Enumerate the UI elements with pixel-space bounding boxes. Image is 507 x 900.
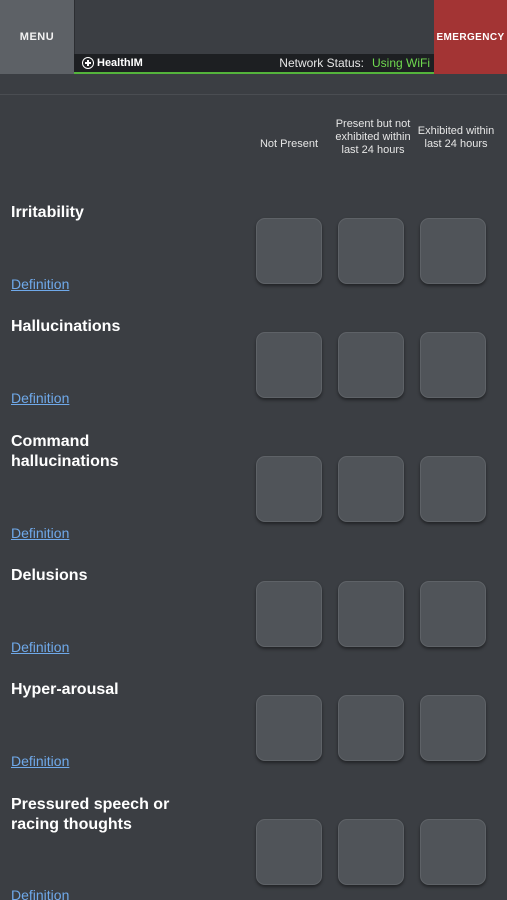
pressured-speech-present-not-exhibited-button[interactable]	[338, 819, 404, 885]
top-bar: MENU EMERGENCY HealthIM Network Status: U…	[0, 0, 507, 74]
definition-link-hallucinations[interactable]: Definition	[11, 390, 69, 406]
emergency-button[interactable]: EMERGENCY	[434, 0, 507, 74]
hyper-arousal-not-present-button[interactable]	[256, 695, 322, 761]
pressured-speech-exhibited-button[interactable]	[420, 819, 486, 885]
column-header-not-present: Not Present	[259, 138, 319, 150]
hyper-arousal-exhibited-button[interactable]	[420, 695, 486, 761]
network-status-value: Using WiFi	[371, 56, 430, 70]
menu-button[interactable]: MENU	[0, 0, 75, 74]
definition-link-irritability[interactable]: Definition	[11, 276, 69, 292]
symptom-title-hallucinations: Hallucinations	[11, 318, 121, 335]
hallucinations-exhibited-button[interactable]	[420, 332, 486, 398]
command-hallucinations-not-present-button[interactable]	[256, 456, 322, 522]
irritability-present-not-exhibited-button[interactable]	[338, 218, 404, 284]
network-status-bar: HealthIM Network Status: Using WiFi	[74, 54, 434, 74]
definition-link-hyper-arousal[interactable]: Definition	[11, 753, 69, 769]
definition-link-command-hallucinations[interactable]: Definition	[11, 525, 69, 541]
header-divider	[0, 94, 507, 95]
symptom-title-delusions: Delusions	[11, 567, 88, 584]
hyper-arousal-present-not-exhibited-button[interactable]	[338, 695, 404, 761]
column-header-exhibited: Exhibited within last 24 hours	[417, 125, 495, 150]
symptom-title-command-hallucinations: Command hallucinations	[11, 433, 119, 470]
hallucinations-present-not-exhibited-button[interactable]	[338, 332, 404, 398]
column-header-present-not-exhibited: Present but not exhibited within last 24…	[335, 118, 411, 156]
hallucinations-not-present-button[interactable]	[256, 332, 322, 398]
definition-link-pressured-speech[interactable]: Definition	[11, 887, 69, 900]
network-status: Network Status: Using WiFi	[279, 56, 430, 70]
definition-link-delusions[interactable]: Definition	[11, 639, 69, 655]
symptom-title-irritability: Irritability	[11, 204, 84, 221]
command-hallucinations-exhibited-button[interactable]	[420, 456, 486, 522]
app-screen: MENU EMERGENCY HealthIM Network Status: U…	[0, 0, 507, 900]
symptom-title-hyper-arousal: Hyper-arousal	[11, 681, 119, 698]
healthim-logo-icon	[82, 57, 94, 69]
symptom-title-pressured-speech: Pressured speech or racing thoughts	[11, 796, 170, 833]
pressured-speech-not-present-button[interactable]	[256, 819, 322, 885]
brand-name: HealthIM	[97, 57, 143, 69]
irritability-exhibited-button[interactable]	[420, 218, 486, 284]
brand: HealthIM	[82, 57, 143, 69]
delusions-not-present-button[interactable]	[256, 581, 322, 647]
irritability-not-present-button[interactable]	[256, 218, 322, 284]
delusions-present-not-exhibited-button[interactable]	[338, 581, 404, 647]
command-hallucinations-present-not-exhibited-button[interactable]	[338, 456, 404, 522]
network-status-label: Network Status:	[279, 56, 364, 70]
delusions-exhibited-button[interactable]	[420, 581, 486, 647]
